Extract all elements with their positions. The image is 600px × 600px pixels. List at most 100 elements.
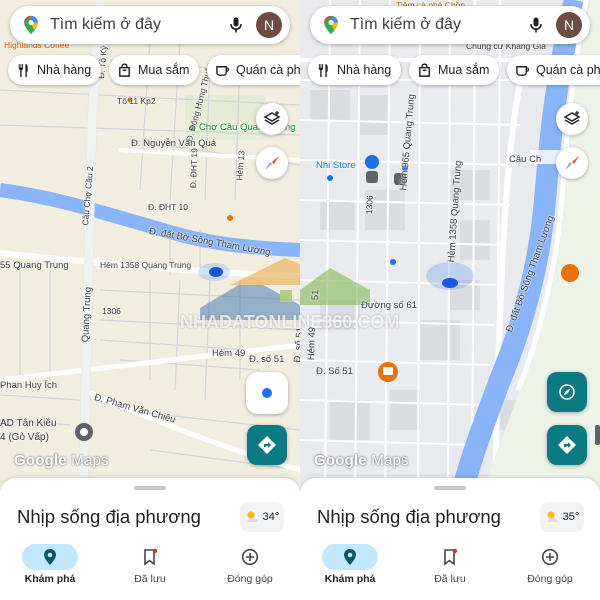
brand-maps: Maps [71, 452, 109, 469]
chip-label: Mua sắm [138, 63, 190, 77]
google-maps-pin-icon [324, 15, 338, 35]
directions-button[interactable] [247, 425, 287, 465]
bottom-nav: Khám phá Đã lưu Đóng góp [0, 540, 300, 600]
compass-icon [265, 156, 279, 170]
map-label-1306: 1306 [102, 306, 121, 316]
layers-button[interactable] [556, 103, 588, 135]
directions-button[interactable] [547, 425, 587, 465]
bottom-sheet[interactable]: Nhịp sống địa phương 35° [300, 478, 600, 540]
watermark-text: NHADATONLINE360.COM [180, 312, 300, 332]
chip-restaurants[interactable]: Nhà hàng [8, 55, 102, 85]
nav-saved[interactable]: Đã lưu [400, 540, 500, 600]
brand-google: Google [314, 452, 367, 469]
map-label-dht19: Đ. ĐHT 19 [188, 148, 200, 189]
shopping-bag-icon [119, 63, 130, 77]
coffee-icon [516, 65, 529, 76]
recenter-button[interactable] [547, 372, 587, 412]
weather-icon [547, 511, 558, 522]
nav-contribute-label: Đóng góp [527, 573, 573, 585]
sheet-handle[interactable] [434, 486, 466, 490]
nav-contribute[interactable]: Đóng góp [200, 540, 300, 600]
nav-explore-pill [22, 544, 78, 570]
map-label-phan-huy-ich: Phan Huy Ích [0, 380, 58, 391]
map-label-1306: 1306 [364, 195, 375, 215]
explore-pin-icon [44, 549, 56, 565]
weather-chip[interactable]: 34° [240, 502, 284, 532]
chip-label: Nhà hàng [337, 63, 392, 77]
chip-coffee[interactable]: Quán cà phê [207, 55, 300, 85]
map-label-dht10: Đ. ĐHT 10 [148, 202, 188, 212]
nav-saved-pill [422, 544, 478, 570]
chip-label: Nhà hàng [37, 63, 92, 77]
phone-screen-right: Tiệm cà phê Chồn Chung cư Khang Gia Hẻm … [300, 0, 600, 600]
search-input[interactable]: Tìm kiếm ở đây [350, 16, 526, 34]
avatar[interactable]: N [556, 12, 582, 38]
map-label-nguyen-van-qua: Đ. Nguyễn Văn Quá [131, 138, 217, 149]
compass-button[interactable] [256, 147, 288, 179]
screenshot-pair: Highlands Coffee Đ. Tô Ký Tô 11 Kp2 Đ. Đ… [0, 0, 600, 600]
nav-contribute-pill [522, 544, 578, 570]
compass-button[interactable] [556, 147, 588, 179]
compass-icon [559, 384, 575, 400]
my-location-icon [262, 388, 272, 398]
directions-icon [558, 436, 576, 454]
search-bar[interactable]: Tìm kiếm ở đây N [310, 6, 590, 44]
chip-label: Quán cà phê [536, 63, 600, 77]
category-chips: Nhà hàng Mua sắm Quán cà phê [308, 55, 600, 87]
map-label-tan-kieu: AD Tân Kiều [0, 418, 57, 429]
map-label-51: 51 [310, 289, 322, 301]
map-label-duong-so-51: Đ. Số 51 [316, 366, 353, 377]
watermark-text: NHADATONLINE360.COM [300, 312, 400, 332]
map-label-nhi-store: Nhi Store [316, 160, 356, 171]
nav-explore-label: Khám phá [324, 573, 376, 585]
weather-chip[interactable]: 35° [540, 502, 584, 532]
layers-button[interactable] [256, 103, 288, 135]
temperature: 35° [562, 511, 580, 523]
restaurant-icon [18, 63, 28, 77]
chip-label: Mua sắm [438, 63, 490, 77]
microphone-icon[interactable] [526, 15, 546, 35]
chip-label: Quán cà phê [236, 63, 300, 77]
restaurant-icon [318, 63, 328, 77]
search-input[interactable]: Tìm kiếm ở đây [50, 16, 226, 34]
nav-explore-pill [322, 544, 378, 570]
brand-google: Google [14, 452, 67, 469]
category-chips: Nhà hàng Mua sắm Quán cà phê [8, 55, 300, 87]
nav-explore[interactable]: Khám phá [300, 540, 400, 600]
sheet-title: Nhịp sống địa phương [317, 506, 501, 527]
phone-screen-left: Highlands Coffee Đ. Tô Ký Tô 11 Kp2 Đ. Đ… [0, 0, 300, 600]
compass-icon [565, 156, 579, 170]
chip-shopping[interactable]: Mua sắm [409, 55, 500, 85]
coffee-icon [216, 65, 229, 76]
google-maps-logo: Google Maps [14, 452, 109, 469]
map-label-hem1358: Hẻm 1358 Quang Trung [100, 260, 192, 270]
bookmark-icon [144, 548, 158, 566]
chip-shopping[interactable]: Mua sắm [109, 55, 200, 85]
nav-contribute-pill [222, 544, 278, 570]
search-bar[interactable]: Tìm kiếm ở đây N [10, 6, 290, 44]
sheet-handle[interactable] [134, 486, 166, 490]
nav-saved[interactable]: Đã lưu [100, 540, 200, 600]
avatar[interactable]: N [256, 12, 282, 38]
microphone-icon[interactable] [226, 15, 246, 35]
nav-explore[interactable]: Khám phá [0, 540, 100, 600]
bottom-sheet[interactable]: Nhịp sống địa phương 34° [0, 478, 300, 540]
add-circle-icon [241, 548, 259, 566]
weather-icon [247, 511, 258, 522]
map-label-cau-ch: Cầu Ch [509, 154, 542, 165]
nav-saved-label: Đã lưu [134, 573, 166, 585]
map-label-hem49: Hẻm 49 [212, 348, 246, 359]
explore-pin-icon [344, 549, 356, 565]
google-maps-pin-icon [24, 15, 38, 35]
google-maps-logo: Google Maps [314, 452, 409, 469]
bookmark-icon [444, 548, 458, 566]
map-label-duong-so-61: Đường số 61 [361, 300, 417, 311]
my-location-button[interactable] [246, 372, 288, 414]
chip-coffee[interactable]: Quán cà phê [507, 55, 600, 85]
map-label-duong-so-51: Đ. số 51 [249, 354, 285, 365]
bottom-nav: Khám phá Đã lưu Đóng góp [300, 540, 600, 600]
map-label-kp2: Tô 11 Kp2 [117, 96, 156, 106]
chip-restaurants[interactable]: Nhà hàng [308, 55, 402, 85]
nav-contribute[interactable]: Đóng góp [500, 540, 600, 600]
layers-icon [563, 111, 581, 125]
